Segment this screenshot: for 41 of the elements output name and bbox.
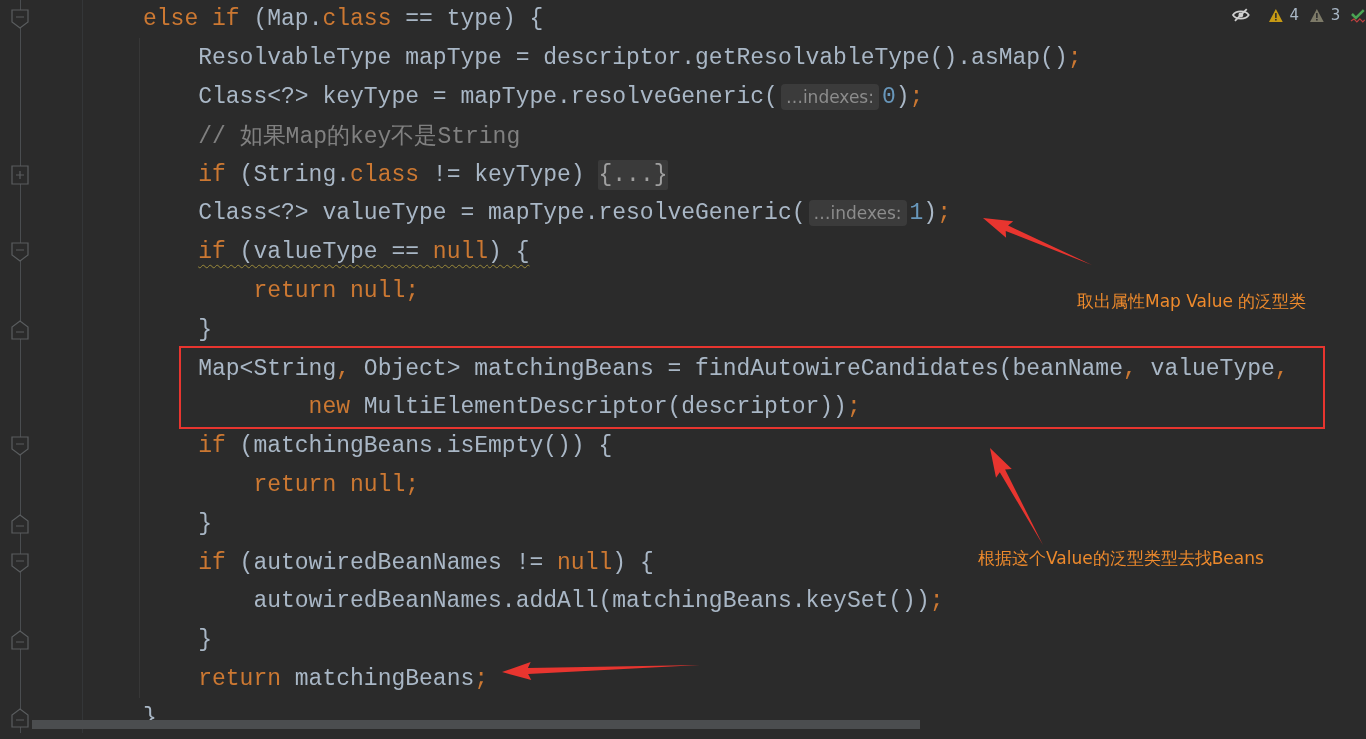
code-text: new MultiElementDescriptor(descriptor)); [308, 394, 861, 421]
code-text: } [198, 316, 212, 343]
warning-icon[interactable] [1267, 7, 1284, 23]
code-text: } [198, 627, 212, 654]
check-icon[interactable] [1350, 7, 1366, 23]
code-text: 1); [909, 200, 951, 227]
eye-crossed-icon[interactable] [1232, 8, 1250, 22]
code-text: return matchingBeans; [198, 665, 489, 692]
expand-icon[interactable] [11, 164, 29, 185]
problem-count[interactable]: 4 [1289, 6, 1299, 24]
collapse-icon[interactable] [11, 513, 29, 534]
inlay-hint: …indexes: [780, 84, 879, 110]
code-text: return null; [253, 277, 420, 304]
code-text: return null; [253, 471, 420, 498]
scrollbar[interactable] [32, 720, 920, 729]
code-text: // 如果Map的key不是String [198, 123, 521, 152]
code-text: } [198, 510, 212, 537]
code-text: autowiredBeanNames.addAll(matchingBeans.keySet()); [253, 588, 944, 615]
collapse-icon[interactable] [11, 242, 29, 263]
code-text: if (matchingBeans.isEmpty()) { [198, 433, 613, 460]
collapse-icon[interactable] [11, 552, 29, 573]
collapse-icon[interactable] [11, 630, 29, 651]
annotation-text: 取出属性Map Value 的泛型类 [1077, 290, 1307, 313]
inlay-hint: …indexes: [808, 200, 907, 227]
collapse-icon[interactable] [11, 9, 29, 30]
code-text: ResolvableType mapType = descriptor.getResolvableType().asMap(); [198, 45, 1082, 72]
code-text: Class<?> keyType = mapType.resolveGeneric( [198, 84, 778, 110]
code-text: 0); [881, 84, 924, 110]
code-text: else if (Map.class == type) { [143, 6, 544, 33]
code-text: if (String.class != keyType) [198, 161, 586, 188]
code-text: Map<String, Object> matchingBeans = findAutowireCandidates(beanName, valueType, [198, 355, 1289, 382]
annotation-text: 根据这个Value的泛型类型去找Beans [978, 547, 1264, 570]
code-text: if (autowiredBeanNames != null) { [198, 549, 654, 576]
problem-count[interactable]: 3 [1330, 6, 1341, 24]
warning-icon[interactable] [1309, 7, 1325, 23]
code-text: if (valueType == null) { [198, 239, 530, 266]
collapse-icon[interactable] [11, 707, 29, 728]
collapse-icon[interactable] [11, 436, 29, 457]
collapse-icon[interactable] [11, 319, 29, 340]
code-text: Class<?> valueType = mapType.resolveGeneric( [198, 200, 806, 227]
folded-code[interactable]: {...} [598, 159, 668, 190]
